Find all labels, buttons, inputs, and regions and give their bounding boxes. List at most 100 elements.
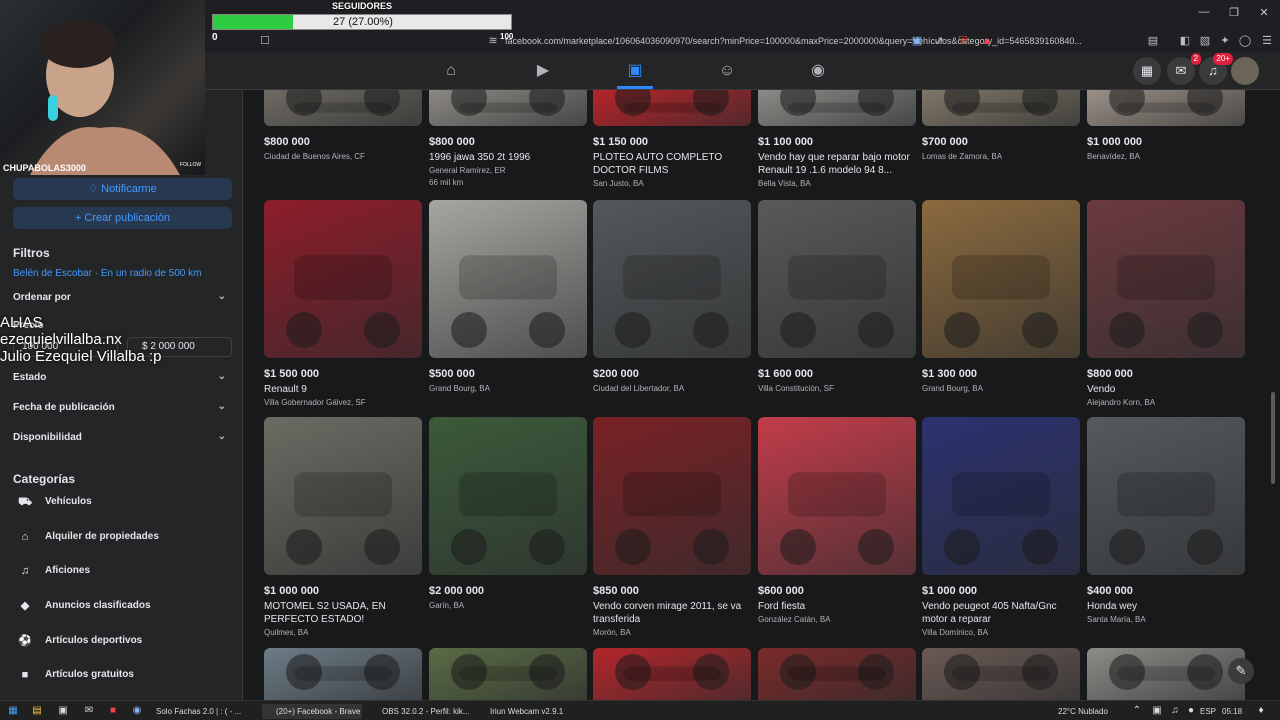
- condition-dropdown[interactable]: Estado ⌄: [13, 371, 232, 383]
- listing-location: González Catán, BA: [758, 615, 831, 624]
- category-sports[interactable]: ⚽ Artículos deportivos: [13, 630, 232, 656]
- listing-photo[interactable]: [1087, 648, 1245, 700]
- sort-dropdown[interactable]: Ordenar por ⌄: [13, 291, 232, 303]
- restore-icon[interactable]: ❐: [1224, 6, 1244, 19]
- listing-title[interactable]: Ford fiesta: [758, 600, 916, 613]
- store-icon[interactable]: ▣: [56, 704, 70, 718]
- home-icon[interactable]: ⌂: [442, 62, 460, 80]
- listing-photo[interactable]: [429, 200, 587, 358]
- site-info-icon[interactable]: ≋: [485, 34, 501, 48]
- listing-photo[interactable]: [593, 200, 751, 358]
- listing-photo[interactable]: [429, 648, 587, 700]
- listing-photo[interactable]: [429, 417, 587, 575]
- listing-title[interactable]: MOTOMEL S2 USADA, EN PERFECTO ESTADO!: [264, 600, 422, 626]
- taskbar-iriun[interactable]: Iriun Webcam v2.9.1: [478, 704, 568, 719]
- webcam-name: CHUPABOLAS3000: [3, 163, 86, 173]
- listing-title[interactable]: Vendo peugeot 405 Nafta/Gnc motor a repa…: [922, 600, 1080, 626]
- location-filter[interactable]: Belén de Escobar · En un radio de 500 km: [13, 268, 201, 279]
- listing-title[interactable]: Vendo hay que reparar bajo motor Renault…: [758, 151, 916, 177]
- brave-shield-icon[interactable]: ⛨: [955, 34, 971, 48]
- leo-ai-icon[interactable]: ✦: [1217, 34, 1233, 48]
- windows-start-icon[interactable]: ▦: [6, 704, 20, 718]
- compose-icon[interactable]: ✎: [1228, 658, 1254, 684]
- listing-photo[interactable]: [922, 648, 1080, 700]
- date-listed-dropdown[interactable]: Fecha de publicación ⌄: [13, 401, 232, 413]
- listing-title[interactable]: Renault 9: [264, 383, 422, 396]
- language-indicator[interactable]: ESP: [1200, 704, 1216, 719]
- listing-photo[interactable]: [1087, 90, 1245, 126]
- create-listing-button[interactable]: + Crear publicación: [13, 207, 232, 229]
- listing-photo[interactable]: [758, 417, 916, 575]
- steam-icon[interactable]: ◉: [130, 704, 144, 718]
- listing-title[interactable]: PLOTEO AUTO COMPLETO DOCTOR FILMS: [593, 151, 751, 177]
- listing-photo[interactable]: [922, 90, 1080, 126]
- listing-title[interactable]: Vendo: [1087, 383, 1245, 396]
- gaming-icon[interactable]: ◉: [809, 62, 827, 80]
- listing-photo[interactable]: [1087, 417, 1245, 575]
- category-vehicles[interactable]: ⛟ Vehículos: [13, 491, 232, 517]
- category-classifieds[interactable]: ◆ Anuncios clasificados: [13, 595, 232, 621]
- listing-photo[interactable]: [922, 417, 1080, 575]
- category-free-stuff[interactable]: ■ Artículos gratuitos: [13, 664, 232, 690]
- listing-photo[interactable]: [758, 200, 916, 358]
- mail-icon[interactable]: ✉: [82, 704, 96, 718]
- listing-photo[interactable]: [593, 648, 751, 700]
- listing-photo[interactable]: [593, 417, 751, 575]
- car-icon: ⛟: [18, 496, 32, 508]
- video-icon[interactable]: ▶: [534, 62, 552, 80]
- share-icon[interactable]: ↗: [931, 34, 947, 48]
- vpn-icon[interactable]: ◯: [1237, 34, 1253, 48]
- clock[interactable]: 05:18: [1222, 704, 1242, 719]
- mic-icon[interactable]: ●: [1184, 704, 1198, 718]
- listing-photo[interactable]: [758, 90, 916, 126]
- network-icon[interactable]: ▣: [1150, 704, 1164, 718]
- brave-rewards-icon[interactable]: ▲: [979, 34, 995, 48]
- tag-icon: ◆: [20, 600, 30, 612]
- page-scrollbar[interactable]: [1268, 90, 1278, 700]
- vehicle-silhouette: [780, 90, 894, 116]
- menu-icon[interactable]: ☰: [1259, 34, 1275, 48]
- close-icon[interactable]: ✕: [1254, 6, 1274, 19]
- scroll-thumb[interactable]: [1271, 392, 1275, 484]
- marketplace-icon[interactable]: ▣: [626, 62, 644, 80]
- app-icon[interactable]: ■: [106, 704, 120, 718]
- listing-photo[interactable]: [264, 90, 422, 126]
- listing-photo[interactable]: [1087, 200, 1245, 358]
- notifications-center-icon[interactable]: ♦: [1254, 704, 1268, 718]
- notify-button[interactable]: ♢ Notificarme: [13, 178, 232, 200]
- messenger-icon[interactable]: ✉ 2: [1167, 53, 1201, 85]
- listing-photo[interactable]: [429, 90, 587, 126]
- weather-widget[interactable]: 22°C Nublado: [1058, 704, 1108, 719]
- bookmark-icon[interactable]: ☐: [257, 34, 273, 48]
- listing-title[interactable]: 1996 jawa 350 2t 1996: [429, 151, 587, 164]
- listing-title[interactable]: Vendo corven mirage 2011, se va transfer…: [593, 600, 751, 626]
- panel-icon[interactable]: ◧: [1177, 34, 1193, 48]
- listing-photo[interactable]: [264, 648, 422, 700]
- profile-avatar[interactable]: [1231, 57, 1259, 85]
- menu-grid-icon[interactable]: ▦: [1133, 57, 1161, 85]
- file-explorer-icon[interactable]: ▤: [30, 704, 44, 718]
- chevron-down-icon: ⌄: [217, 371, 226, 382]
- availability-dropdown[interactable]: Disponibilidad ⌄: [13, 431, 232, 443]
- listing-photo[interactable]: [593, 90, 751, 126]
- cast-icon[interactable]: ▣: [909, 34, 925, 48]
- vehicle-silhouette: [944, 90, 1058, 116]
- taskbar-obs[interactable]: OBS 32.0.2 - Perfil: kik...: [370, 704, 470, 719]
- wallet-icon[interactable]: ▧: [1197, 34, 1213, 48]
- listing-photo[interactable]: [264, 200, 422, 358]
- url-field[interactable]: ≋ facebook.com/marketplace/1060640360909…: [485, 31, 1125, 51]
- volume-icon[interactable]: ♫: [1168, 704, 1182, 718]
- category-property-rentals[interactable]: ⌂ Alquiler de propiedades: [13, 526, 232, 552]
- notifications-icon[interactable]: ♫ 20+: [1199, 53, 1233, 85]
- listing-photo[interactable]: [264, 417, 422, 575]
- listing-title[interactable]: Honda wey: [1087, 600, 1245, 613]
- taskbar-discord[interactable]: Solo Fachas 2.0 | : ( - ...: [156, 704, 252, 719]
- sidebar-toggle-icon[interactable]: ▤: [1145, 34, 1161, 48]
- listing-photo[interactable]: [758, 648, 916, 700]
- category-hobbies[interactable]: ♫ Aficiones: [13, 560, 232, 586]
- groups-icon[interactable]: ☺: [718, 62, 736, 80]
- tray-chevron-icon[interactable]: ⌃: [1130, 704, 1144, 718]
- listing-photo[interactable]: [922, 200, 1080, 358]
- minimize-icon[interactable]: —: [1194, 6, 1214, 18]
- taskbar-brave[interactable]: (20+) Facebook - Brave: [262, 704, 362, 719]
